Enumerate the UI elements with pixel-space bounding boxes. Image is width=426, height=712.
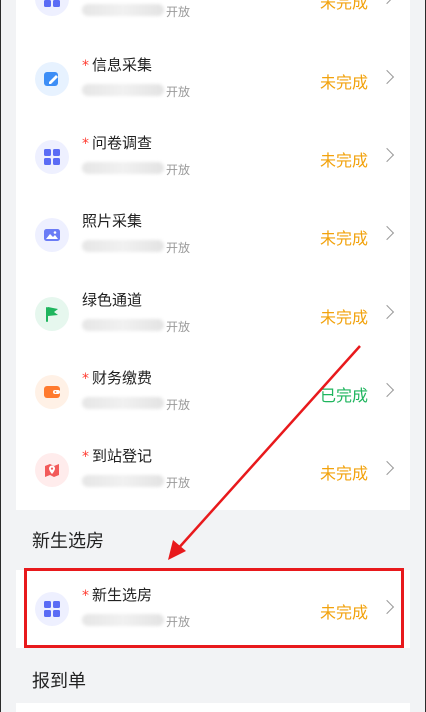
annotation-arrow-line	[175, 345, 361, 552]
left-edge	[0, 0, 1, 712]
annotation-arrow	[168, 345, 361, 560]
screen: 开放 未完成 * 信息采集 开放 未完成 * 问卷调查 开放 未完成 照片采集 …	[0, 0, 426, 712]
section-heading-report: 报到单	[32, 671, 86, 692]
report-card-partial	[16, 703, 410, 712]
